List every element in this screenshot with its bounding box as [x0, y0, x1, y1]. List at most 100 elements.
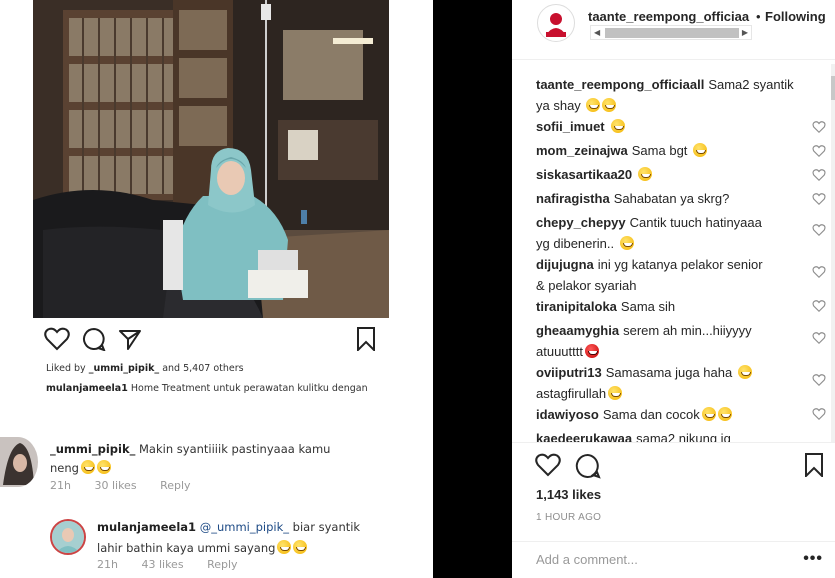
embedded-avatar-1	[0, 437, 38, 487]
comment-text: ya shay	[536, 98, 581, 113]
comment-item: oviiputri13 Samasama juga haha astagfirul…	[536, 362, 806, 404]
grin-emoji-icon	[608, 386, 623, 400]
comment-user[interactable]: sofii_imuet	[536, 119, 605, 134]
share-icon	[119, 330, 141, 350]
add-comment-input[interactable]	[536, 552, 776, 567]
rofl-emoji-icon	[693, 143, 708, 157]
bookmark-icon	[357, 327, 375, 351]
comment-text: atuuutttt	[536, 344, 583, 359]
embedded-comment-1-user: _ummi_pipik_	[50, 442, 136, 456]
comment-text: Cantik tuuch hatinyaaa	[629, 215, 762, 230]
like-comment-icon[interactable]	[812, 223, 826, 237]
comment-text: Samasama juga haha	[605, 365, 733, 380]
caption-text: Home Treatment untuk perawatan kulitku d…	[130, 383, 368, 394]
horizontal-scrollbar[interactable]: ◀ ▶	[590, 25, 752, 40]
scroll-right-icon[interactable]: ▶	[742, 28, 748, 37]
comment-user[interactable]: mom_zeinajwa	[536, 143, 628, 158]
comment-text: Sama bgt	[631, 143, 688, 158]
embedded-screenshot: Liked by _ummi_pipik_ and 5,407 others m…	[0, 0, 433, 578]
comment-item: idawiyoso Sama dan cocok	[536, 404, 806, 425]
embedded-avatar-2	[50, 519, 86, 555]
comment-text: Sama dan cocok	[602, 407, 700, 422]
comment-user[interactable]: tiranipitaloka	[536, 299, 617, 314]
comment-text: yg dibenerin..	[536, 236, 615, 251]
like-comment-icon[interactable]	[812, 299, 826, 313]
like-comment-icon[interactable]	[812, 120, 826, 134]
embedded-comment-2-text2: lahir bathin kaya ummi sayang	[97, 541, 276, 555]
likes-count[interactable]: 1,143 likes	[536, 487, 601, 502]
liked-by-user: _ummi_pipik_	[88, 363, 160, 374]
comment-user[interactable]: oviiputri13	[536, 365, 602, 380]
comment-text: Sama sih	[620, 299, 676, 314]
like-comment-icon[interactable]	[812, 373, 826, 387]
comment-item: gheaamyghia serem ah min...hiiyyyy atuuut…	[536, 320, 806, 362]
comment-user[interactable]: siskasartikaa20	[536, 167, 632, 182]
header-separator: •	[756, 9, 761, 24]
save-icon[interactable]	[804, 453, 824, 477]
comment-user[interactable]: dijujugna	[536, 257, 594, 272]
comment-text: astagfirullah	[536, 386, 607, 401]
comment-text: Sama2 syantik	[708, 77, 794, 92]
grin-emoji-icon	[737, 365, 752, 379]
comment-item: tiranipitaloka Sama sih	[536, 296, 806, 317]
post-media[interactable]: Liked by _ummi_pipik_ and 5,407 others m…	[0, 0, 512, 578]
comment-user[interactable]: kaedeerukawaa	[536, 431, 632, 442]
profile-username[interactable]: taante_reempong_officiaa	[588, 9, 749, 24]
grin-emoji-icon	[602, 98, 617, 112]
comment-age: 21h	[50, 479, 71, 492]
comment-icon[interactable]	[575, 453, 601, 479]
post-timestamp: 1 HOUR AGO	[536, 512, 602, 523]
embedded-comment-2-user: mulanjameela1	[97, 520, 197, 534]
more-options-icon[interactable]: •••	[803, 550, 823, 568]
comment-item: dijujugna ini yg katanya pelakor senior &…	[536, 254, 806, 296]
comment-text: serem ah min...hiiyyyy	[623, 323, 752, 338]
like-comment-icon[interactable]	[812, 144, 826, 158]
comment-item: sofii_imuet	[536, 116, 806, 137]
scrollbar-thumb[interactable]	[605, 28, 739, 38]
post-side-panel: taante_reempong_officiaa • Following ◀ ▶…	[512, 0, 835, 578]
scrollbar-thumb[interactable]	[831, 76, 835, 100]
like-comment-icon[interactable]	[812, 192, 826, 206]
emoji-icon	[293, 540, 308, 554]
add-comment-bar: •••	[512, 541, 835, 578]
liked-by-count: and 5,407 others	[162, 363, 244, 374]
grin-emoji-icon	[619, 236, 634, 250]
profile-avatar[interactable]	[537, 4, 575, 42]
emoji-icon	[80, 460, 95, 474]
embedded-comment-2-meta: 21h 43 likes Reply	[97, 558, 258, 571]
comment-user[interactable]: nafiragistha	[536, 191, 610, 206]
comment-text: ini yg katanya pelakor senior	[597, 257, 763, 272]
comment-icon	[83, 328, 106, 351]
post-photo	[33, 0, 389, 318]
like-icon[interactable]	[535, 453, 561, 477]
comment-user[interactable]: taante_reempong_officiaall	[536, 77, 704, 92]
like-comment-icon[interactable]	[812, 407, 826, 421]
vertical-scrollbar[interactable]	[831, 64, 835, 442]
caption-user: mulanjameela1	[46, 383, 128, 394]
comments-list: taante_reempong_officiaall Sama2 syantik …	[512, 68, 832, 442]
comment-item: mom_zeinajwa Sama bgt	[536, 140, 806, 161]
scroll-left-icon[interactable]: ◀	[594, 28, 600, 37]
grin-emoji-icon	[701, 407, 716, 421]
following-button[interactable]: Following	[765, 9, 826, 24]
comment-text: Sahabatan ya skrg?	[613, 191, 730, 206]
comment-user[interactable]: chepy_chepyy	[536, 215, 626, 230]
emoji-icon	[277, 540, 292, 554]
comment-age: 21h	[97, 558, 118, 571]
comment-text: & pelakor syariah	[536, 278, 637, 293]
like-comment-icon[interactable]	[812, 168, 826, 182]
post-header: taante_reempong_officiaa • Following ◀ ▶	[512, 0, 835, 60]
heart-icon	[44, 327, 70, 351]
embedded-comment-1-meta: 21h 30 likes Reply	[50, 479, 211, 492]
embedded-comment-1: _ummi_pipik_ Makin syantiiiik pastinyaaa…	[50, 440, 370, 478]
like-comment-icon[interactable]	[812, 331, 826, 345]
comment-item: siskasartikaa20	[536, 164, 806, 185]
like-comment-icon[interactable]	[812, 265, 826, 279]
comment-likes: 43 likes	[141, 558, 184, 571]
comment-text: sama2 nikung ig	[636, 431, 731, 442]
embedded-comment-2-mention: @_ummi_pipik_	[199, 520, 290, 534]
grin-emoji-icon	[586, 98, 601, 112]
comment-user[interactable]: gheaamyghia	[536, 323, 619, 338]
comment-user[interactable]: idawiyoso	[536, 407, 599, 422]
comment-item: chepy_chepyy Cantik tuuch hatinyaaa yg di…	[536, 212, 806, 254]
